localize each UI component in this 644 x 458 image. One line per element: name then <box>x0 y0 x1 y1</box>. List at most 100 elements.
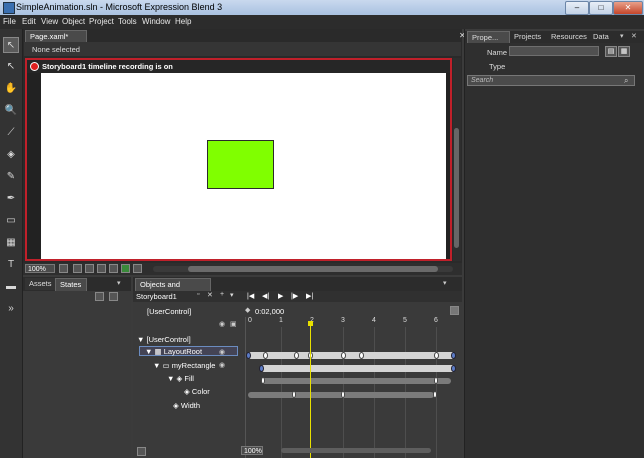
vertical-scrollbar[interactable] <box>453 58 461 261</box>
name-field[interactable] <box>509 46 599 56</box>
scrollbar-thumb[interactable] <box>188 266 438 272</box>
keyframe[interactable] <box>434 352 439 359</box>
keyframe[interactable] <box>433 391 437 398</box>
tab-objects-and-timeline[interactable]: Objects and Timeline <box>135 278 211 301</box>
eyedropper-tool-icon[interactable]: ⟋ <box>3 125 19 141</box>
pin-icon[interactable]: ▾ <box>443 279 447 287</box>
close-button[interactable]: ✕ <box>613 1 643 15</box>
menu-file[interactable]: File <box>3 17 16 26</box>
pin-icon[interactable]: ▾ <box>117 279 121 287</box>
keyframe[interactable] <box>451 352 456 359</box>
zoom-select[interactable]: 100% <box>25 264 55 273</box>
tab-states[interactable]: States <box>55 278 87 291</box>
snap-lines-icon[interactable] <box>109 264 118 273</box>
keyframe[interactable] <box>341 391 345 398</box>
search-icon[interactable]: ⌕ <box>624 76 628 86</box>
keyframe-record-icon[interactable]: ◆ <box>245 306 250 314</box>
dropdown-icon[interactable] <box>59 264 68 273</box>
menu-object[interactable]: Object <box>62 17 85 26</box>
direct-selection-tool-icon[interactable]: ↖ <box>3 59 19 75</box>
tree-item-layoutroot[interactable]: ▼ ▦ LayoutRoot <box>145 347 202 356</box>
snap-grid-icon[interactable] <box>97 264 106 273</box>
eye-icon[interactable]: ◉ <box>219 348 225 356</box>
last-frame-icon[interactable]: ▶| <box>306 292 313 300</box>
keyframe[interactable] <box>434 377 438 384</box>
lock-icon[interactable]: ▣ <box>230 320 237 328</box>
scope-root[interactable]: [UserControl] <box>147 307 191 316</box>
chevron-down-icon[interactable]: ▾ <box>230 291 234 299</box>
playhead[interactable] <box>310 321 311 458</box>
close-icon[interactable]: ✕ <box>631 32 637 40</box>
timeline-zoom[interactable]: 100% <box>241 446 263 455</box>
grid-toggle-icon[interactable] <box>85 264 94 273</box>
artboard[interactable] <box>41 73 446 259</box>
menu-edit[interactable]: Edit <box>22 17 36 26</box>
minimize-button[interactable]: – <box>565 1 589 15</box>
menu-help[interactable]: Help <box>175 17 191 26</box>
grid-tool-icon[interactable]: ▦ <box>3 235 19 251</box>
keyframe[interactable] <box>294 352 299 359</box>
eye-icon[interactable]: ◉ <box>219 320 225 328</box>
paint-bucket-tool-icon[interactable]: ◈ <box>3 147 19 163</box>
menu-project[interactable]: Project <box>89 17 114 26</box>
tree-item-myrectangle[interactable]: ▼ ▭ myRectangle <box>153 361 215 370</box>
pen-tool-icon[interactable]: ✒ <box>3 191 19 207</box>
timecode[interactable]: 0:02,000 <box>255 307 284 316</box>
keyframe[interactable] <box>451 365 456 372</box>
keyframe[interactable] <box>246 352 251 359</box>
add-state-icon[interactable] <box>109 292 118 301</box>
events-icon[interactable]: ▤ <box>605 46 617 57</box>
selection-tool-icon[interactable]: ↖ <box>3 37 19 53</box>
zoom-tool-icon[interactable]: 🔍 <box>3 103 19 119</box>
scrollbar-thumb[interactable] <box>454 128 459 248</box>
next-frame-icon[interactable]: |▶ <box>291 292 298 300</box>
keyframe[interactable] <box>341 352 346 359</box>
expand-icon[interactable]: ▼ ▦ <box>145 347 164 356</box>
tab-projects[interactable]: Projects <box>510 31 545 43</box>
keyframe[interactable] <box>292 391 296 398</box>
brush-transform-tool-icon[interactable]: ✎ <box>3 169 19 185</box>
menu-tools[interactable]: Tools <box>118 17 137 26</box>
tree-item-usercontrol[interactable]: ▼ [UserControl] <box>137 335 191 344</box>
text-tool-icon[interactable]: T <box>3 257 19 273</box>
pan-tool-icon[interactable]: ✋ <box>3 81 19 97</box>
my-rectangle[interactable] <box>207 140 274 189</box>
annotations-icon[interactable] <box>121 264 130 273</box>
menu-view[interactable]: View <box>41 17 58 26</box>
tab-data[interactable]: Data <box>589 31 613 43</box>
tree-item-color[interactable]: ◈ Color <box>184 387 210 396</box>
rectangle-tool-icon[interactable]: ▭ <box>3 213 19 229</box>
new-storyboard-icon[interactable]: + <box>220 291 224 298</box>
playhead-handle[interactable] <box>308 321 313 326</box>
first-frame-icon[interactable]: |◀ <box>247 292 254 300</box>
close-storyboard-icon[interactable]: ✕ <box>207 291 213 299</box>
properties-icon[interactable]: ▦ <box>618 46 630 57</box>
expand-icon[interactable]: ▼ ▭ <box>153 361 172 370</box>
previous-frame-icon[interactable]: ◀| <box>262 292 269 300</box>
pin-icon[interactable]: ▾ <box>620 32 624 40</box>
track-myrectangle[interactable] <box>261 365 455 372</box>
tab-assets[interactable]: Assets <box>25 278 57 290</box>
control-tool-icon[interactable]: ▬ <box>3 279 19 295</box>
track-layoutroot[interactable] <box>248 352 455 359</box>
menu-window[interactable]: Window <box>142 17 170 26</box>
comment-icon[interactable] <box>133 264 142 273</box>
keyframe[interactable] <box>263 352 268 359</box>
horizontal-scrollbar[interactable] <box>153 266 453 272</box>
effects-toggle-icon[interactable] <box>73 264 82 273</box>
timeline-scrollbar[interactable] <box>281 448 431 453</box>
add-state-group-icon[interactable] <box>95 292 104 301</box>
tree-item-width[interactable]: ◈ Width <box>173 401 200 410</box>
timeline-options-icon[interactable] <box>137 447 146 456</box>
storyboard-name[interactable]: Storyboard1 <box>136 292 188 301</box>
asset-library-icon[interactable]: » <box>3 301 19 317</box>
maximize-button[interactable]: □ <box>589 1 613 15</box>
keyframe[interactable] <box>259 365 264 372</box>
record-icon[interactable] <box>30 62 39 71</box>
zoom-to-fit-icon[interactable] <box>450 306 459 315</box>
track-fill[interactable] <box>261 378 451 384</box>
expand-icon[interactable]: ▼ <box>137 335 147 344</box>
play-icon[interactable]: ▶ <box>278 292 283 300</box>
eye-icon[interactable]: ◉ <box>219 361 225 369</box>
expand-icon[interactable]: ▼ ◈ <box>167 374 184 383</box>
